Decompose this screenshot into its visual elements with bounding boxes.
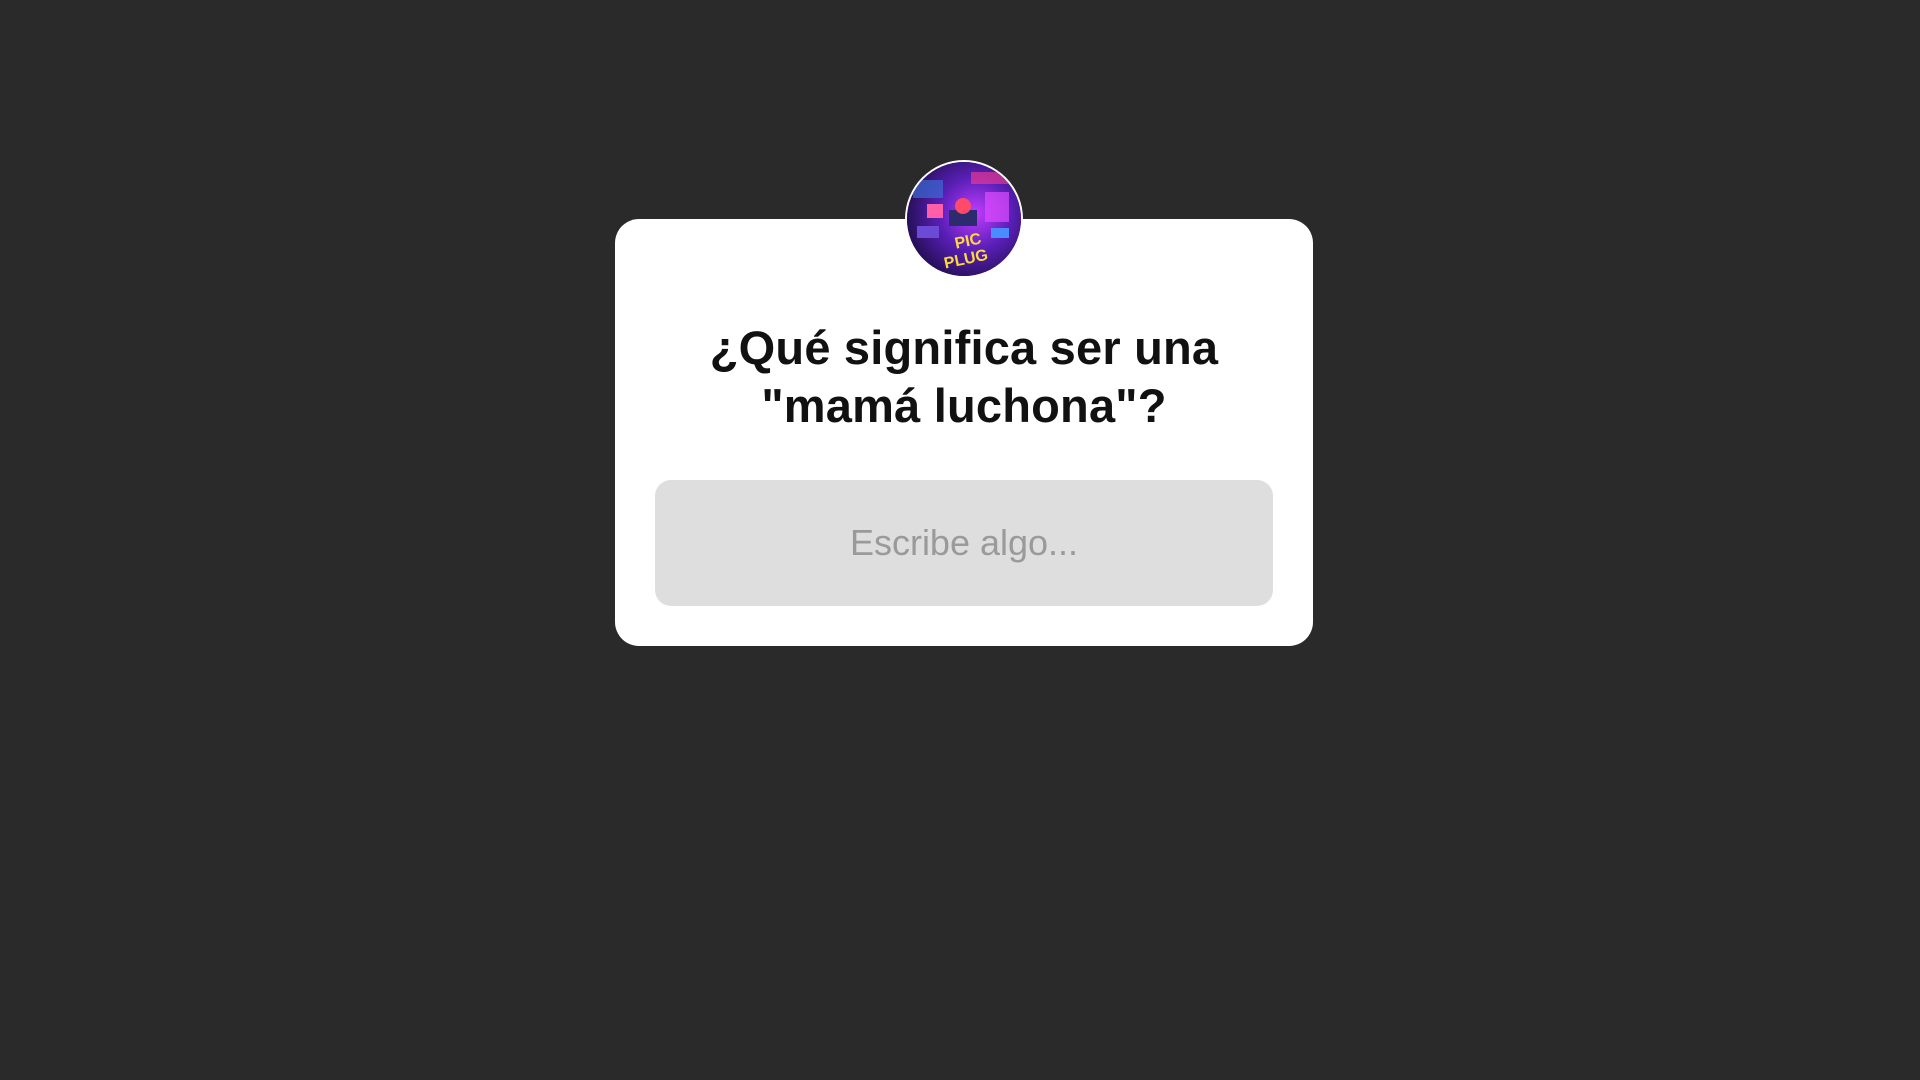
- answer-input[interactable]: [655, 480, 1273, 606]
- question-text: ¿Qué significa ser una "mamá luchona"?: [615, 319, 1313, 435]
- question-sticker-card: ¿Qué significa ser una "mamá luchona"?: [615, 219, 1313, 646]
- question-line-2: "mamá luchona"?: [761, 379, 1167, 432]
- story-screen: ¿Qué significa ser una "mamá luchona"? E…: [0, 0, 1920, 1080]
- question-line-1: ¿Qué significa ser una: [709, 321, 1219, 374]
- profile-avatar-icon: PIC PLUG: [907, 162, 1021, 276]
